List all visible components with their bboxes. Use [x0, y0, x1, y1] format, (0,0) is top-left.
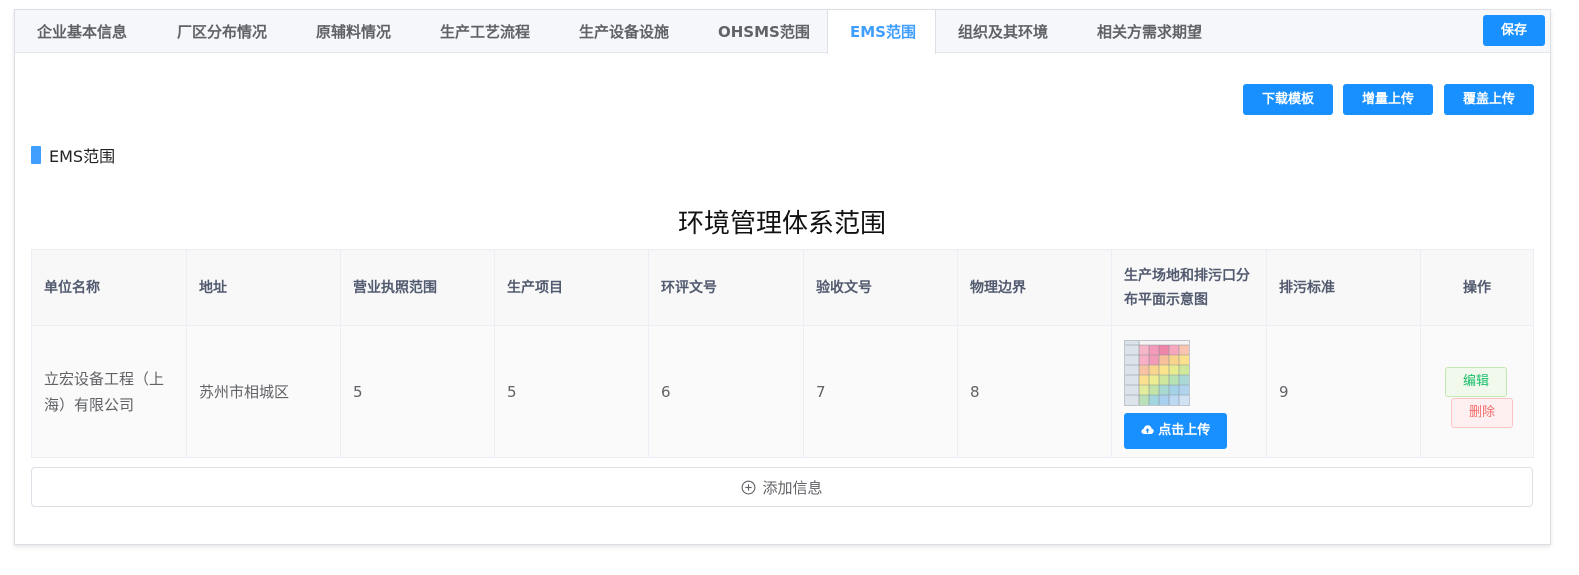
click-upload-label: 点击上传: [1158, 423, 1211, 438]
tab-stakeholder-needs[interactable]: 相关方需求期望: [1075, 10, 1224, 53]
download-template-button[interactable]: 下载模板: [1243, 84, 1333, 115]
cell-address: 苏州市相城区: [186, 325, 341, 458]
add-info-label: 添加信息: [762, 478, 823, 497]
header-eia-no: 环评文号: [648, 249, 804, 326]
tab-production-equipment[interactable]: 生产设备设施: [557, 10, 691, 53]
cloud-upload-icon: [1141, 425, 1154, 434]
cell-unit-name: 立宏设备工程（上海）有限公司: [31, 325, 187, 458]
header-unit-name: 单位名称: [31, 249, 187, 326]
cell-physical-boundary: 8: [957, 325, 1112, 458]
plus-circle-icon: [742, 480, 756, 494]
tab-plant-distribution[interactable]: 厂区分布情况: [155, 10, 289, 53]
cell-acceptance-no: 7: [803, 325, 958, 458]
tab-bar: 企业基本信息 厂区分布情况 原辅料情况 生产工艺流程 生产设备设施 OHSMS范…: [15, 10, 1550, 54]
header-site-plan: 生产场地和排污口分布平面示意图: [1111, 249, 1267, 326]
main-card: 企业基本信息 厂区分布情况 原辅料情况 生产工艺流程 生产设备设施 OHSMS范…: [14, 9, 1551, 545]
site-plan-thumbnail[interactable]: [1124, 340, 1190, 406]
tab-ems-scope[interactable]: EMS范围: [827, 10, 936, 54]
click-upload-button[interactable]: 点击上传: [1124, 413, 1227, 449]
cell-operations: 编辑 删除: [1420, 325, 1534, 458]
header-physical-boundary: 物理边界: [957, 249, 1112, 326]
incremental-upload-button[interactable]: 增量上传: [1343, 84, 1433, 115]
delete-button[interactable]: 删除: [1451, 397, 1513, 428]
tab-company-info[interactable]: 企业基本信息: [15, 10, 149, 53]
tab-raw-materials[interactable]: 原辅料情况: [294, 10, 413, 53]
header-acceptance-no: 验收文号: [803, 249, 958, 326]
section-marker: [31, 146, 41, 164]
cell-eia-no: 6: [648, 325, 804, 458]
header-operations: 操作: [1420, 249, 1534, 326]
cell-emission-standard: 9: [1266, 325, 1421, 458]
site-plan-image: [1125, 341, 1189, 405]
table-title: 环境管理体系范围: [677, 209, 886, 239]
save-button[interactable]: 保存: [1483, 15, 1545, 46]
section-title-text: EMS范围: [49, 147, 116, 166]
add-info-button[interactable]: 添加信息: [31, 467, 1533, 507]
header-address: 地址: [186, 249, 341, 326]
tab-ohsms-scope[interactable]: OHSMS范围: [696, 10, 832, 53]
tab-org-environment[interactable]: 组织及其环境: [936, 10, 1070, 53]
section-title: EMS范围: [31, 145, 116, 166]
cell-license-scope: 5: [340, 325, 495, 458]
ems-scope-table: 单位名称 地址 营业执照范围 生产项目 环评文号 验收文号 物理边界 生产场地和…: [31, 249, 1534, 458]
header-license-scope: 营业执照范围: [340, 249, 495, 326]
operations-group: 编辑 删除: [1433, 347, 1521, 437]
table-row: 立宏设备工程（上海）有限公司 苏州市相城区 5 5 6 7 8 点击上传 9 编…: [31, 325, 1534, 458]
cell-production-project: 5: [494, 325, 649, 458]
tab-process-flow[interactable]: 生产工艺流程: [418, 10, 552, 53]
overwrite-upload-button[interactable]: 覆盖上传: [1444, 84, 1534, 115]
table-header-row: 单位名称 地址 营业执照范围 生产项目 环评文号 验收文号 物理边界 生产场地和…: [31, 249, 1534, 326]
header-emission-standard: 排污标准: [1266, 249, 1421, 326]
cell-site-plan: 点击上传: [1111, 325, 1267, 458]
header-production-project: 生产项目: [494, 249, 649, 326]
edit-button[interactable]: 编辑: [1445, 366, 1507, 397]
